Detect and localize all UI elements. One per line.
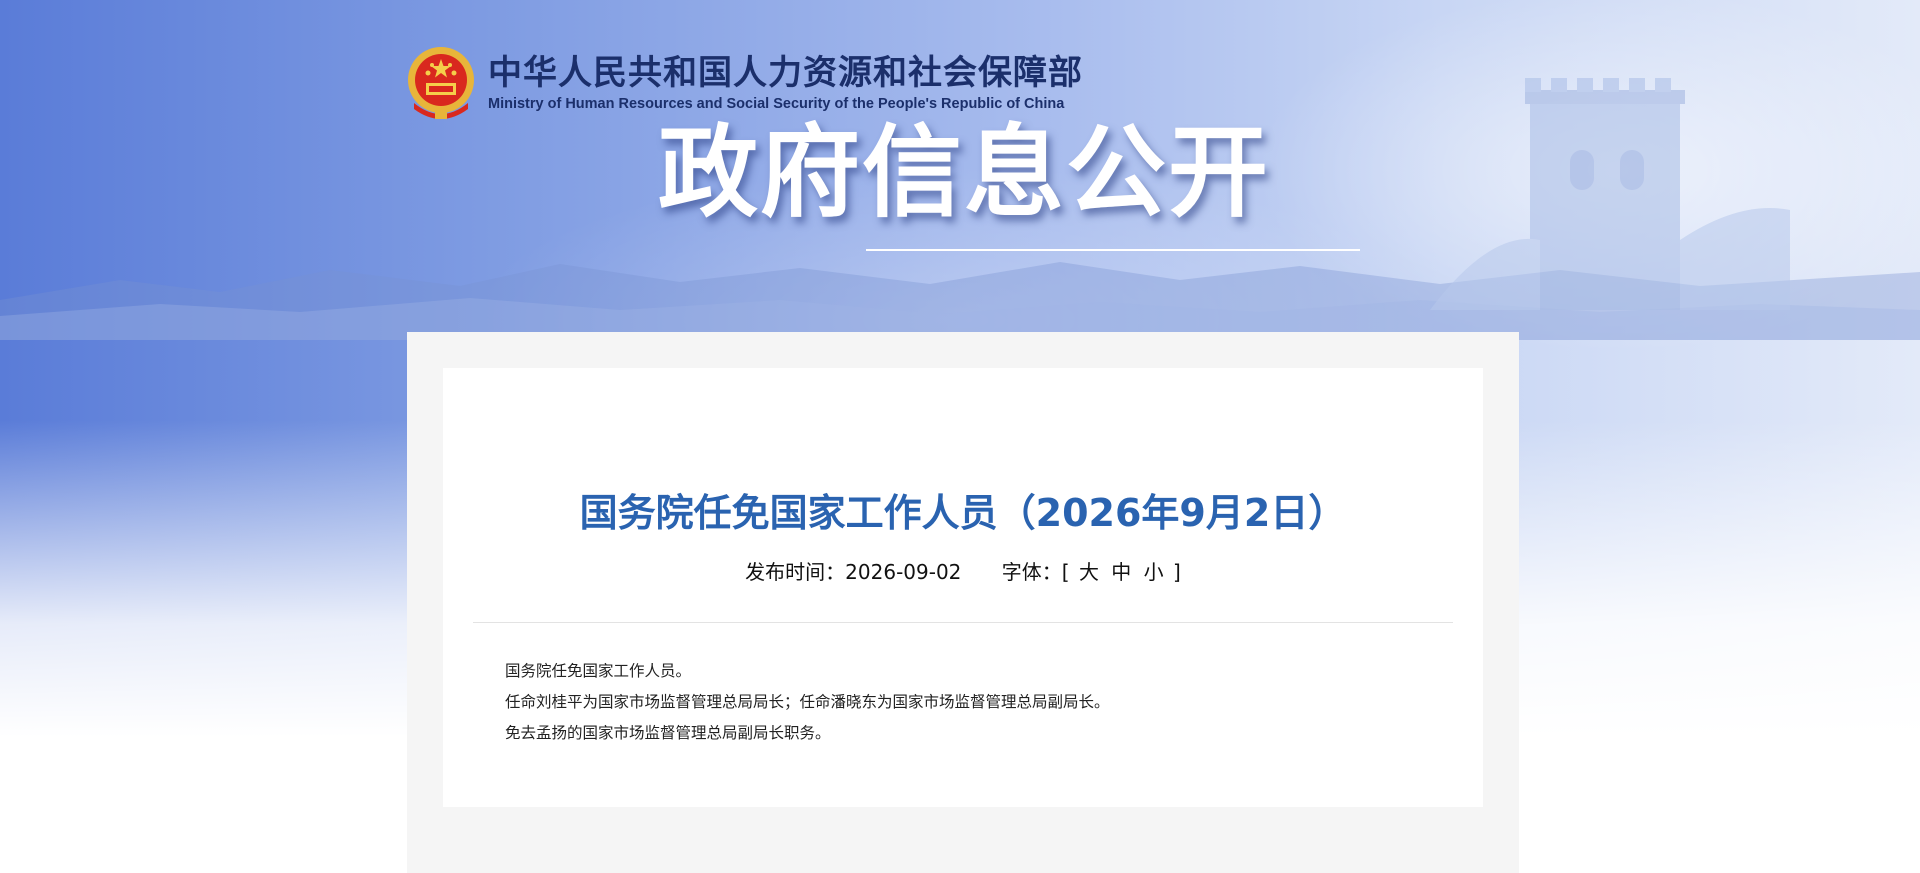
national-emblem-icon[interactable] [406, 45, 476, 121]
publish-date: 2026-09-02 [845, 560, 962, 584]
font-size-small-button[interactable]: 小 [1144, 560, 1164, 584]
content-panel: 国务院任免国家工作人员（2026年9月2日） 发布时间：2026-09-02 字… [407, 332, 1519, 873]
great-wall-illustration [1430, 78, 1790, 310]
banner-title: 政府信息公开 [658, 114, 1270, 231]
article-paragraph: 国务院任免国家工作人员。 [505, 662, 692, 680]
ministry-name: 中华人民共和国人力资源和社会保障部 Ministry of Human Reso… [488, 53, 1083, 113]
article-meta: 发布时间：2026-09-02 字体：[ 大 中 小 ] [443, 558, 1483, 586]
ministry-name-en: Ministry of Human Resources and Social S… [488, 96, 1065, 112]
font-size-medium-button[interactable]: 中 [1111, 560, 1131, 584]
font-size-label: 字体： [1001, 560, 1062, 584]
font-size-bracket-open: [ [1061, 560, 1070, 584]
publish-label: 发布时间： [745, 560, 846, 584]
article-card: 国务院任免国家工作人员（2026年9月2日） 发布时间：2026-09-02 字… [443, 368, 1483, 807]
ministry-name-cn[interactable]: 中华人民共和国人力资源和社会保障部 [488, 53, 1083, 93]
article-paragraph: 免去孟扬的国家市场监督管理总局副局长职务。 [505, 724, 831, 742]
meta-divider [473, 622, 1453, 623]
font-size-selector: 字体：[ 大 中 小 ] [1002, 560, 1181, 584]
article-title: 国务院任免国家工作人员（2026年9月2日） [579, 491, 1347, 535]
font-size-bracket-close: ] [1173, 560, 1181, 584]
font-size-large-button[interactable]: 大 [1079, 560, 1099, 584]
article-body: 国务院任免国家工作人员。 任命刘桂平为国家市场监督管理总局局长；任命潘晓东为国家… [505, 656, 1425, 749]
article-paragraph: 任命刘桂平为国家市场监督管理总局局长；任命潘晓东为国家市场监督管理总局副局长。 [505, 693, 1110, 711]
banner-underline [866, 249, 1360, 251]
site-header: 中华人民共和国人力资源和社会保障部 Ministry of Human Reso… [406, 44, 1083, 122]
